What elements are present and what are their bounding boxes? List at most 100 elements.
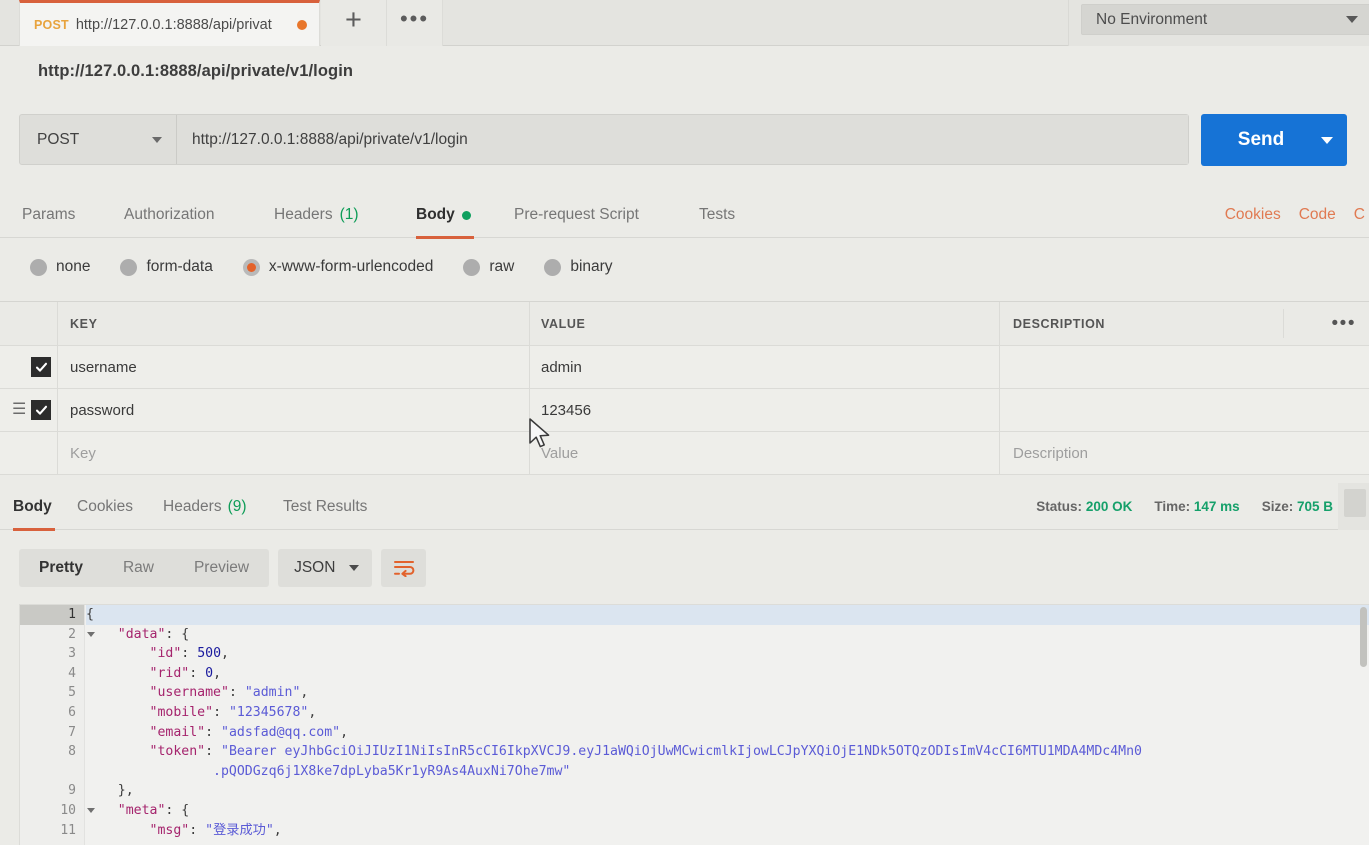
view-mode-preview[interactable]: Preview <box>174 559 269 577</box>
view-mode-pretty[interactable]: Pretty <box>19 559 103 577</box>
code-token-pun: : <box>189 822 206 838</box>
header-value-cell: VALUE <box>530 302 1000 345</box>
placeholder-description-text: Description <box>1013 444 1089 462</box>
radio-icon <box>30 258 47 276</box>
row-key-text: password <box>70 401 135 419</box>
word-wrap-button[interactable] <box>381 549 427 587</box>
http-method-selector[interactable]: POST <box>20 115 177 164</box>
row-value-cell[interactable]: 123456 <box>530 389 1000 431</box>
body-type-x-www-form-urlencoded[interactable]: x-www-form-urlencoded <box>242 258 434 276</box>
placeholder-key-text: Key <box>70 444 96 462</box>
body-type-raw[interactable]: raw <box>463 258 514 276</box>
code-token-key: "meta" <box>117 802 166 818</box>
url-bar: POST http://127.0.0.1:8888/api/private/v… <box>19 114 1189 165</box>
tab-pre-request-script[interactable]: Pre-request Script <box>514 192 639 238</box>
request-title: http://127.0.0.1:8888/api/private/v1/log… <box>38 62 354 80</box>
row-checkbox-password[interactable] <box>31 400 51 420</box>
header-description-label: DESCRIPTION <box>1013 316 1106 331</box>
size-value: 705 B <box>1296 499 1333 514</box>
row-value-text: admin <box>541 358 582 376</box>
body-type-none[interactable]: none <box>30 258 90 276</box>
code-token-key: "email" <box>149 724 206 740</box>
scrollbar-thumb[interactable] <box>1344 489 1366 517</box>
request-tab-method: POST <box>34 17 69 32</box>
gutter-line-number: 4 <box>68 665 76 681</box>
placeholder-description-cell[interactable]: Description <box>1000 432 1369 474</box>
url-input[interactable]: http://127.0.0.1:8888/api/private/v1/log… <box>177 115 1188 164</box>
row-value-cell[interactable]: admin <box>530 346 1000 388</box>
code-token-num: 0 <box>205 665 214 681</box>
gutter-line-number: 8 <box>68 744 76 760</box>
tab-options-button[interactable]: ••• <box>387 0 443 46</box>
cookies-link[interactable]: Cookies <box>1225 206 1281 224</box>
view-mode-raw[interactable]: Raw <box>103 559 174 577</box>
chevron-down-icon <box>349 565 360 571</box>
code-token-pun: : <box>205 744 221 760</box>
body-type-binary[interactable]: binary <box>544 258 613 276</box>
radio-label: binary <box>570 258 613 275</box>
send-options-button[interactable] <box>1307 136 1347 144</box>
placeholder-value-cell[interactable]: Value <box>530 432 1000 474</box>
code-link[interactable]: Code <box>1299 206 1336 224</box>
tab-label: Test Results <box>283 497 368 515</box>
row-description-cell[interactable] <box>1000 389 1369 431</box>
response-body-editor[interactable]: 1 2 3 4 5 6 7 8 9 10 11 { "data": { "id": 500, "ri… <box>19 604 1369 845</box>
drag-handle-icon[interactable]: ☰ <box>12 402 26 418</box>
response-tab-cookies[interactable]: Cookies <box>77 483 133 530</box>
comments-link[interactable]: C <box>1354 206 1365 224</box>
code-token-key: "rid" <box>149 665 190 681</box>
tab-label: Cookies <box>77 497 133 515</box>
tab-tests[interactable]: Tests <box>699 192 735 238</box>
scrollbar-thumb[interactable] <box>1360 607 1367 667</box>
row-key-cell[interactable]: username <box>58 346 530 388</box>
tab-label: Body <box>13 497 52 515</box>
row-description-cell[interactable] <box>1000 346 1369 388</box>
editor-vertical-scrollbar[interactable] <box>1358 605 1369 845</box>
code-line: "rid": 0, <box>86 664 1369 684</box>
response-format-selector[interactable]: JSON <box>278 549 373 587</box>
code-line: "token": "Bearer eyJhbGciOiJIUzI1NiIsInR… <box>86 742 1369 762</box>
row-checkbox-username[interactable] <box>31 357 51 377</box>
body-type-radio-group: none form-data x-www-form-urlencoded raw… <box>0 238 1369 296</box>
new-tab-button[interactable]: + <box>321 0 387 46</box>
response-tab-test-results[interactable]: Test Results <box>283 483 367 530</box>
row-key-cell[interactable]: password <box>58 389 530 431</box>
send-button[interactable]: Send <box>1201 114 1347 166</box>
header-value-label: VALUE <box>541 316 586 331</box>
environment-selector[interactable]: No Environment <box>1081 4 1369 35</box>
code-line: "mobile": "12345678", <box>86 703 1369 723</box>
response-tab-body[interactable]: Body <box>13 483 55 531</box>
code-line: "id": 500, <box>86 644 1369 664</box>
code-token-str: .pQODGzq6j1X8ke7dpLyba5Kr1yR9As4AuxNi7Oh… <box>213 763 571 779</box>
chevron-down-icon <box>1321 136 1333 144</box>
chevron-down-icon <box>152 136 162 143</box>
response-view-mode-group: Pretty Raw Preview <box>19 549 270 587</box>
body-type-form-data[interactable]: form-data <box>120 258 213 276</box>
params-table: KEY VALUE DESCRIPTION ••• username admin… <box>0 301 1369 475</box>
tab-authorization[interactable]: Authorization <box>124 192 214 238</box>
response-tabs-bar: Body Cookies Headers (9) Test Results St… <box>0 483 1369 531</box>
environment-selected-label: No Environment <box>1096 10 1208 28</box>
code-token-key: "username" <box>149 685 229 701</box>
unsaved-indicator-icon <box>297 19 307 30</box>
tab-label: Authorization <box>124 206 215 223</box>
radio-label: x-www-form-urlencoded <box>268 258 434 275</box>
tab-body[interactable]: Body <box>416 192 474 239</box>
tab-params[interactable]: Params <box>22 192 75 238</box>
tab-headers[interactable]: Headers (1) <box>274 192 359 238</box>
editor-code[interactable]: { "data" : { "id": 500, "rid": 0, "userna… <box>86 605 1369 845</box>
body-present-dot-icon <box>461 210 471 220</box>
word-wrap-icon <box>393 561 415 577</box>
request-right-links: Cookies Code C <box>1225 192 1369 238</box>
code-token-pun: : { <box>165 802 190 818</box>
tab-label: Pre-request Script <box>514 206 639 223</box>
request-tab[interactable]: POST http://127.0.0.1:8888/api/privat <box>19 0 320 46</box>
send-button-label: Send <box>1237 129 1285 150</box>
response-tab-headers[interactable]: Headers (9) <box>163 483 247 530</box>
placeholder-key-cell[interactable]: Key <box>58 432 530 474</box>
tab-strip: POST http://127.0.0.1:8888/api/privat + … <box>0 0 1369 46</box>
response-scroll-corner <box>1338 483 1369 530</box>
code-token-key: "data" <box>117 626 166 642</box>
code-token-pun: { <box>86 607 94 622</box>
code-line: }, <box>86 781 1369 801</box>
